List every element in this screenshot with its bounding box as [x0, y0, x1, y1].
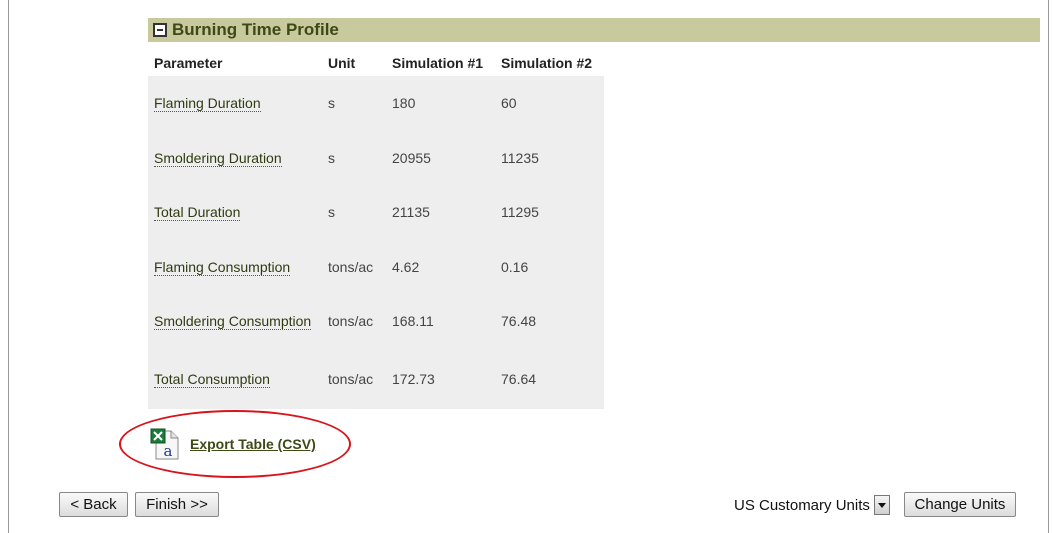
table-header-row: Parameter Unit Simulation #1 Simulation …	[148, 50, 604, 76]
unit-cell: tons/ac	[328, 258, 374, 275]
table-row: Flaming Consumption tons/ac 4.62 0.16	[148, 240, 604, 295]
parameter-cell: Smoldering Consumption	[148, 294, 322, 349]
simulation-2-cell: 11235	[501, 149, 539, 166]
unit-cell: tons/ac	[328, 313, 374, 330]
parameter-link[interactable]: Total Duration	[154, 204, 241, 222]
change-units-button[interactable]: Change Units	[904, 492, 1016, 517]
svg-text:a: a	[164, 442, 173, 460]
simulation-1-cell: 172.73	[392, 370, 435, 387]
parameter-link[interactable]: Flaming Duration	[154, 95, 261, 113]
unit-cell: s	[328, 204, 335, 221]
finish-button[interactable]: Finish >>	[135, 492, 219, 517]
unit-cell: tons/ac	[328, 370, 374, 387]
table-row: Total Consumption tons/ac 172.73 76.64	[148, 349, 604, 409]
units-dropdown[interactable]: US Customary Units	[734, 493, 890, 517]
unit-cell: s	[328, 149, 335, 166]
chevron-down-icon[interactable]	[873, 495, 890, 515]
unit-cell: s	[328, 95, 335, 112]
parameter-cell: Total Duration	[148, 185, 322, 240]
simulation-1-cell: 20955	[392, 149, 431, 166]
units-selected-value: US Customary Units	[734, 496, 870, 514]
table-row: Total Duration s 21135 11295	[148, 185, 604, 240]
back-button[interactable]: < Back	[59, 492, 128, 517]
excel-file-icon[interactable]: a	[150, 428, 180, 460]
simulation-1-cell: 4.62	[392, 258, 420, 275]
simulation-2-cell: 76.48	[501, 313, 537, 330]
export-csv-link[interactable]: Export Table (CSV)	[190, 436, 316, 452]
left-border	[8, 0, 9, 533]
parameter-link[interactable]: Total Consumption	[154, 370, 270, 388]
column-header-simulation-2: Simulation #2	[501, 55, 593, 71]
export-table-control[interactable]: a Export Table (CSV)	[150, 428, 316, 460]
section-header: Burning Time Profile	[148, 18, 1040, 42]
parameter-link[interactable]: Flaming Consumption	[154, 258, 291, 276]
simulation-1-cell: 180	[392, 95, 416, 112]
parameter-link[interactable]: Smoldering Consumption	[154, 313, 312, 331]
parameter-link[interactable]: Smoldering Duration	[154, 149, 282, 167]
table-row: Smoldering Duration s 20955 11235	[148, 131, 604, 186]
table-row: Smoldering Consumption tons/ac 168.11 76…	[148, 294, 604, 349]
parameter-cell: Flaming Consumption	[148, 240, 322, 295]
column-header-simulation-1: Simulation #1	[392, 55, 484, 71]
simulation-2-cell: 60	[501, 95, 517, 112]
simulation-2-cell: 0.16	[501, 258, 529, 275]
simulation-2-cell: 11295	[501, 204, 539, 221]
parameter-cell: Total Consumption	[148, 349, 322, 409]
simulation-1-cell: 168.11	[392, 313, 434, 330]
collapse-minus-icon[interactable]	[153, 23, 167, 37]
right-border	[1048, 0, 1049, 533]
column-header-parameter: Parameter	[154, 55, 223, 71]
parameter-cell: Flaming Duration	[148, 76, 322, 131]
parameter-cell: Smoldering Duration	[148, 131, 322, 186]
column-header-unit: Unit	[328, 55, 356, 71]
burning-time-table: Parameter Unit Simulation #1 Simulation …	[148, 50, 604, 409]
table-row: Flaming Duration s 180 60	[148, 76, 604, 131]
section-title: Burning Time Profile	[172, 20, 339, 39]
simulation-1-cell: 21135	[392, 204, 430, 221]
simulation-2-cell: 76.64	[501, 370, 537, 387]
